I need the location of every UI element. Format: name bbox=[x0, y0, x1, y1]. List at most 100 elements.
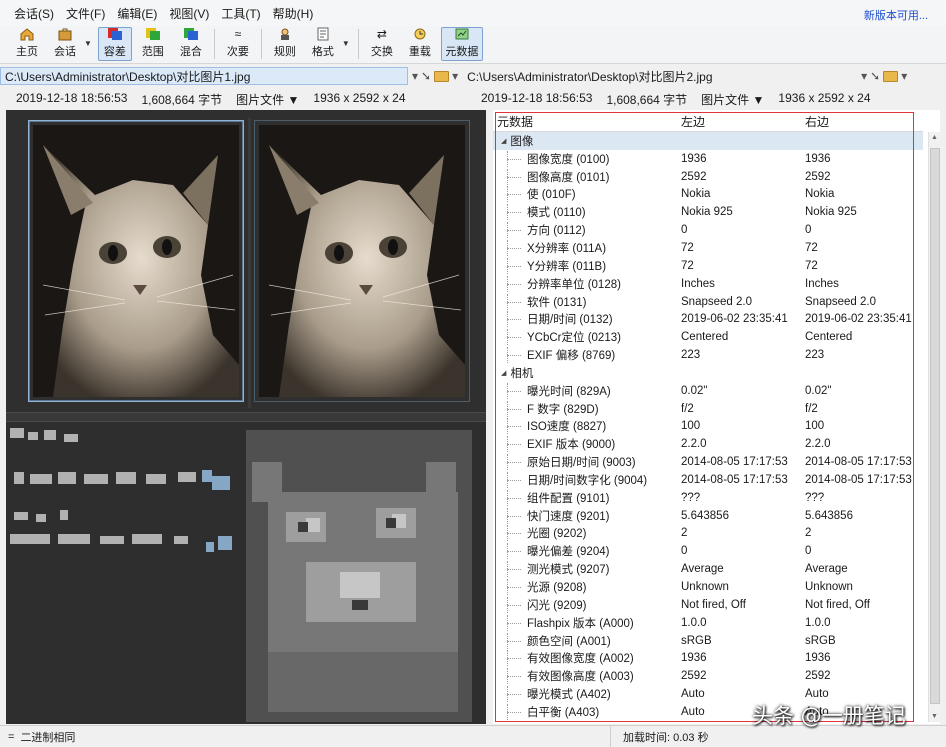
scroll-up-icon[interactable]: ▲ bbox=[931, 134, 938, 141]
menu-edit[interactable]: 编辑(E) bbox=[111, 5, 163, 22]
collapse-toggle-icon[interactable]: ◢ bbox=[501, 137, 506, 145]
metadata-row[interactable]: 曝光偏差 (9204) 0 0 bbox=[493, 542, 923, 560]
metadata-left-value: 2.2.0 bbox=[677, 438, 801, 450]
metadata-row[interactable]: YCbCr定位 (0213) Centered Centered bbox=[493, 328, 923, 346]
left-file-date: 2019-12-18 18:56:53 bbox=[16, 90, 128, 105]
right-open-folder-icon[interactable] bbox=[883, 70, 899, 82]
column-header-right[interactable]: 右边 bbox=[801, 113, 923, 130]
format-button[interactable]: 格式 bbox=[306, 27, 340, 61]
metadata-row[interactable]: 颜色空间 (A001) sRGB sRGB bbox=[493, 632, 923, 650]
metadata-field-name: 软件 (0131) bbox=[493, 293, 677, 310]
metadata-row[interactable]: 组件配置 (9101)?????? bbox=[493, 489, 923, 507]
tree-line bbox=[507, 462, 521, 464]
menu-session[interactable]: 会话(S) bbox=[8, 5, 60, 22]
right-path-arrow-icon[interactable]: ➘ bbox=[870, 69, 880, 83]
metadata-right-value-text: ??? bbox=[805, 491, 825, 504]
menu-file[interactable]: 文件(F) bbox=[60, 5, 111, 22]
right-folder-dropdown-icon[interactable]: ▾ bbox=[901, 69, 907, 83]
metadata-row[interactable]: EXIF 偏移 (8769) 223 223 bbox=[493, 346, 923, 364]
left-image-frame[interactable] bbox=[28, 120, 244, 402]
metadata-right-value-text: 223 bbox=[805, 349, 825, 362]
reload-button[interactable]: 重载 bbox=[403, 27, 437, 61]
metadata-row[interactable]: 软件 (0131) Snapseed 2.0 Snapseed 2.0 bbox=[493, 293, 923, 311]
scroll-down-icon[interactable]: ▼ bbox=[931, 713, 938, 720]
rules-button[interactable]: 规则 bbox=[268, 27, 302, 61]
metadata-row[interactable]: EXIF 版本 (9000) 2.2.0 2.2.0 bbox=[493, 435, 923, 453]
metadata-right-value-text: 0 bbox=[805, 224, 812, 237]
session-dropdown-icon[interactable]: ▼ bbox=[84, 39, 92, 48]
metadata-field-name: 图像宽度 (0100) bbox=[493, 150, 677, 167]
mix-button[interactable]: 混合 bbox=[174, 27, 208, 61]
right-image-frame[interactable] bbox=[254, 120, 470, 402]
left-open-folder-icon[interactable] bbox=[434, 70, 450, 82]
right-file-type-select[interactable]: 图片文件 ▼ bbox=[701, 91, 764, 108]
left-path-input[interactable]: C:\Users\Administrator\Desktop\对比图片1.jpg bbox=[0, 67, 408, 85]
right-path-dropdown-icon[interactable]: ▾ bbox=[861, 69, 867, 83]
swap-button[interactable]: ⇄ 交换 bbox=[365, 27, 399, 61]
collapse-toggle-icon[interactable]: ◢ bbox=[501, 369, 506, 377]
metadata-row[interactable]: 光源 (9208) Unknown Unknown bbox=[493, 578, 923, 596]
metadata-row[interactable]: 曝光时间 (829A) 0.02" 0.02" bbox=[493, 382, 923, 400]
metadata-field-name-text: 白平衡 (A403) bbox=[527, 706, 600, 719]
column-header-left[interactable]: 左边 bbox=[677, 113, 801, 130]
menu-tools[interactable]: 工具(T) bbox=[215, 5, 266, 22]
minor-button[interactable]: ≈ 次要 bbox=[221, 27, 255, 61]
range-button[interactable]: 范围 bbox=[136, 27, 170, 61]
metadata-row[interactable]: 使 (010F) Nokia Nokia bbox=[493, 186, 923, 204]
metadata-row[interactable]: 模式 (0110) Nokia 925 Nokia 925 bbox=[493, 203, 923, 221]
metadata-field-name: YCbCr定位 (0213) bbox=[493, 329, 677, 346]
right-file-date: 2019-12-18 18:56:53 bbox=[481, 90, 593, 105]
menu-view[interactable]: 视图(V) bbox=[163, 5, 215, 22]
metadata-right-value: 2014-08-05 17:17:53 bbox=[801, 456, 923, 468]
metadata-button[interactable]: 元数据 bbox=[440, 27, 483, 61]
metadata-group-row[interactable]: ◢ 相机 bbox=[493, 363, 923, 382]
metadata-right-value: Not fired, Off bbox=[801, 599, 923, 611]
format-dropdown-icon[interactable]: ▼ bbox=[342, 39, 350, 48]
metadata-row[interactable]: 分辨率单位 (0128) Inches Inches bbox=[493, 275, 923, 293]
swap-icon: ⇄ bbox=[376, 27, 387, 41]
metadata-row[interactable]: 闪光 (9209) Not fired, Off Not fired, Off bbox=[493, 596, 923, 614]
menu-help[interactable]: 帮助(H) bbox=[267, 5, 320, 22]
metadata-row[interactable]: 图像高度 (0101) 2592 2592 bbox=[493, 168, 923, 186]
metadata-field-name-text: 有效图像高度 (A003) bbox=[527, 671, 634, 684]
left-folder-dropdown-icon[interactable]: ▾ bbox=[452, 69, 458, 83]
left-path-arrow-icon[interactable]: ➘ bbox=[421, 69, 431, 83]
right-path-input[interactable]: C:\Users\Administrator\Desktop\对比图片2.jpg bbox=[462, 67, 857, 85]
diff-button[interactable]: 容差 bbox=[97, 27, 132, 61]
status-compare-result: 二进制相同 bbox=[20, 731, 76, 744]
metadata-row[interactable]: 日期/时间 (0132) 2019-06-02 23:35:41 2019-06-0… bbox=[493, 310, 923, 328]
metadata-field-name: 方向 (0112) bbox=[493, 222, 677, 239]
left-path-dropdown-icon[interactable]: ▾ bbox=[412, 69, 418, 83]
metadata-row[interactable]: 有效图像高度 (A003) 2592 2592 bbox=[493, 667, 923, 685]
metadata-group-row[interactable]: ◢ 图像 bbox=[493, 132, 923, 150]
tree-line bbox=[507, 676, 521, 678]
scrollbar-thumb[interactable] bbox=[930, 148, 940, 704]
metadata-table-body: ◢ 图像 图像宽度 (0100) 1936 1936 图像高度 (0101) 2592 259… bbox=[493, 132, 923, 721]
metadata-row[interactable]: 有效图像宽度 (A002) 1936 1936 bbox=[493, 649, 923, 667]
metadata-row[interactable]: 方向 (0112) 0 0 bbox=[493, 221, 923, 239]
metadata-row[interactable]: 日期/时间数字化 (9004) 2014-08-05 17:17:53 2014-0… bbox=[493, 471, 923, 489]
pane-vertical-divider[interactable] bbox=[248, 118, 251, 408]
metadata-left-value-text: sRGB bbox=[681, 634, 712, 647]
left-file-type-select[interactable]: 图片文件 ▼ bbox=[236, 91, 299, 108]
image-compare-pane[interactable] bbox=[6, 110, 486, 724]
metadata-field-name: 曝光时间 (829A) bbox=[493, 382, 677, 399]
column-header-metadata[interactable]: 元数据 bbox=[493, 113, 677, 130]
vertical-scrollbar[interactable]: ▲ ▼ bbox=[928, 132, 940, 722]
home-button[interactable]: 主页 bbox=[10, 27, 44, 61]
pane-horizontal-divider[interactable] bbox=[6, 412, 486, 422]
metadata-row[interactable]: F 数字 (829D) f/2 f/2 bbox=[493, 400, 923, 418]
metadata-row[interactable]: Y分辨率 (011B) 72 72 bbox=[493, 257, 923, 275]
update-available-link[interactable]: 新版本可用... bbox=[864, 7, 928, 23]
metadata-row[interactable]: ISO速度 (8827) 100 100 bbox=[493, 418, 923, 436]
metadata-row[interactable]: 快门速度 (9201) 5.643856 5.643856 bbox=[493, 507, 923, 525]
metadata-row[interactable]: 图像宽度 (0100) 1936 1936 bbox=[493, 150, 923, 168]
metadata-row[interactable]: 光圈 (9202) 2 2 bbox=[493, 525, 923, 543]
metadata-row[interactable]: 原始日期/时间 (9003) 2014-08-05 17:17:53 2014-08… bbox=[493, 453, 923, 471]
menu-bar: 会话(S) 文件(F) 编辑(E) 视图(V) 工具(T) 帮助(H) 新版本可… bbox=[0, 0, 946, 26]
tree-line bbox=[507, 337, 521, 339]
metadata-row[interactable]: Flashpix 版本 (A000) 1.0.0 1.0.0 bbox=[493, 614, 923, 632]
metadata-row[interactable]: X分辨率 (011A) 72 72 bbox=[493, 239, 923, 257]
session-button[interactable]: 会话 bbox=[48, 27, 82, 61]
metadata-row[interactable]: 测光模式 (9207) Average Average bbox=[493, 560, 923, 578]
